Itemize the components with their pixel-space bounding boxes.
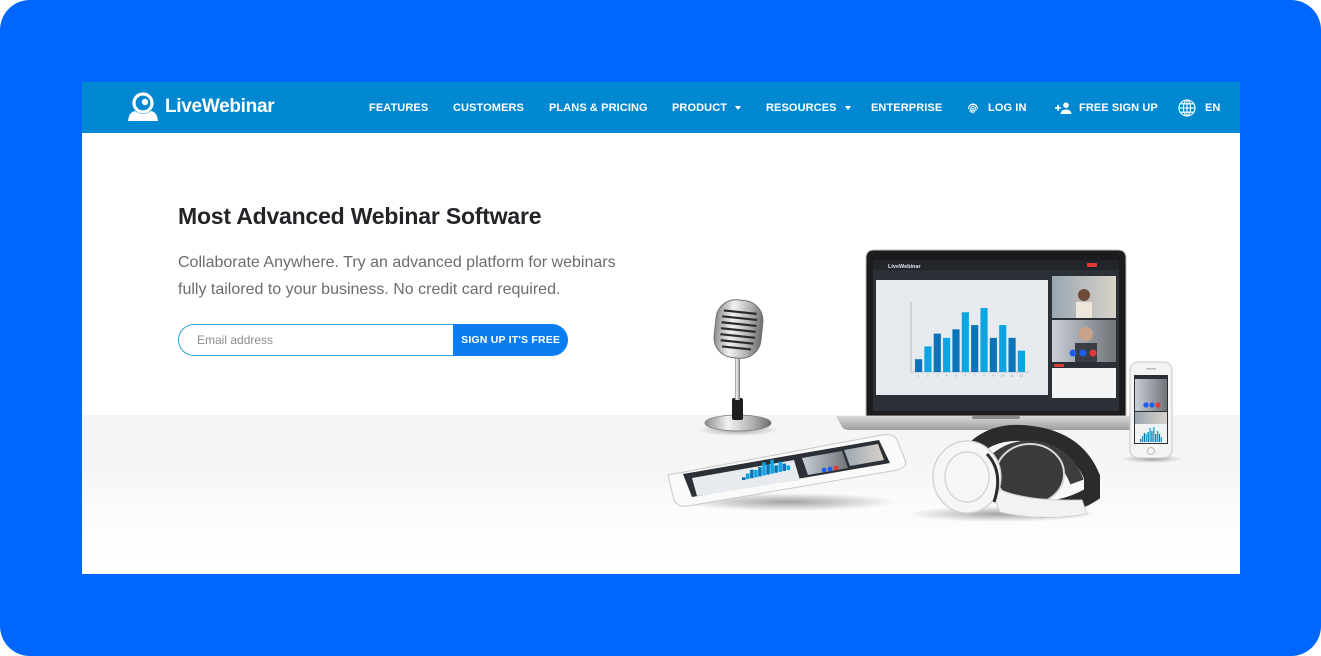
webcam-logo-icon xyxy=(128,92,158,121)
nav-enterprise-label: ENTERPRISE xyxy=(871,101,943,114)
hero-floor-band xyxy=(82,415,1240,574)
chart-bar xyxy=(952,329,960,372)
email-input[interactable] xyxy=(178,324,454,356)
brand-logo[interactable]: LiveWebinar xyxy=(126,92,275,122)
chart-x-tick-label: 1 xyxy=(918,374,920,378)
chart-x-tick-label: 10 xyxy=(1001,374,1005,378)
email-signup-form: SIGN UP IT'S FREE xyxy=(178,324,568,356)
nav-features-label: FEATURES xyxy=(369,101,429,114)
chart-x-tick-label: 6 xyxy=(964,374,966,378)
language-label: EN xyxy=(1205,101,1221,114)
chart-x-tick-label: 7 xyxy=(974,374,976,378)
globe-icon xyxy=(1178,98,1196,117)
hero-subtitle-line-2: fully tailored to your business. No cred… xyxy=(178,281,561,298)
hero-subtitle: Collaborate Anywhere. Try an advanced pl… xyxy=(178,249,658,303)
nav-product-dropdown[interactable]: PRODUCT xyxy=(672,82,742,133)
caret-down-icon xyxy=(735,105,742,110)
laptop-screen-chart: 1 2 3 4 5 6 7 8 9 10 11 12 xyxy=(910,302,1029,378)
nav-login[interactable]: LOG IN xyxy=(966,82,1027,133)
nav-free-signup[interactable]: FREE SIGN UP xyxy=(1055,82,1158,133)
chart-bar xyxy=(924,346,932,372)
chart-bar xyxy=(989,337,997,372)
signup-free-button[interactable]: SIGN UP IT'S FREE xyxy=(453,324,568,356)
chart-bar xyxy=(971,325,979,372)
chart-x-tick-label: 4 xyxy=(946,374,948,378)
nav-customers[interactable]: CUSTOMERS xyxy=(453,82,524,133)
svg-text:LiveWebinar: LiveWebinar xyxy=(888,264,921,270)
nav-product-label: PRODUCT xyxy=(672,101,728,114)
chart-bar xyxy=(1008,337,1016,372)
chart-bar xyxy=(915,359,923,372)
nav-features[interactable]: FEATURES xyxy=(369,82,428,133)
nav-resources-dropdown[interactable]: RESOURCES xyxy=(766,82,851,133)
brand-name: LiveWebinar xyxy=(165,96,275,117)
nav-login-label: LOG IN xyxy=(988,101,1027,114)
chart-bar xyxy=(980,308,988,372)
nav-resources-label: RESOURCES xyxy=(766,101,837,114)
mic-toggle-icon xyxy=(1079,349,1087,357)
chart-x-tick-label: 8 xyxy=(983,374,985,378)
chart-x-tick-label: 3 xyxy=(936,374,938,378)
chart-bar xyxy=(961,312,969,372)
end-call-icon xyxy=(1089,349,1097,357)
chart-axis xyxy=(910,302,1029,373)
nav-free-signup-label: FREE SIGN UP xyxy=(1079,101,1158,114)
laptop-illustration: LiveWebinar 1 2 3 4 5 6 7 8 9 10 11 12 xyxy=(836,249,1156,430)
chart-x-tick-label: 12 xyxy=(1020,374,1024,378)
chart-bar xyxy=(933,333,941,372)
chart-x-tick-label: 5 xyxy=(955,374,957,378)
top-navigation-bar: LiveWebinar FEATURES CUSTOMERS PLANS & P… xyxy=(82,82,1240,133)
language-selector[interactable]: EN xyxy=(1178,82,1220,133)
chart-x-tick-label: 11 xyxy=(1011,374,1014,378)
add-user-icon xyxy=(1055,101,1072,114)
hero-subtitle-line-1: Collaborate Anywhere. Try an advanced pl… xyxy=(178,254,616,271)
chart-bar xyxy=(1017,350,1025,372)
landing-page: LiveWebinar FEATURES CUSTOMERS PLANS & P… xyxy=(82,82,1240,574)
nav-enterprise[interactable]: ENTERPRISE xyxy=(871,82,942,133)
fingerprint-icon xyxy=(968,103,978,113)
caret-down-icon xyxy=(844,105,851,110)
hero-title: Most Advanced Webinar Software xyxy=(178,203,542,229)
nav-customers-label: CUSTOMERS xyxy=(453,101,524,114)
chart-bar xyxy=(943,337,951,372)
chart-bar xyxy=(999,325,1007,372)
nav-plans-pricing-label: PLANS & PRICING xyxy=(549,101,648,114)
chart-x-tick-label: 9 xyxy=(993,374,995,378)
chart-x-tick-label: 2 xyxy=(927,374,929,378)
nav-plans-pricing[interactable]: PLANS & PRICING xyxy=(549,82,648,133)
camera-toggle-icon xyxy=(1069,349,1077,357)
